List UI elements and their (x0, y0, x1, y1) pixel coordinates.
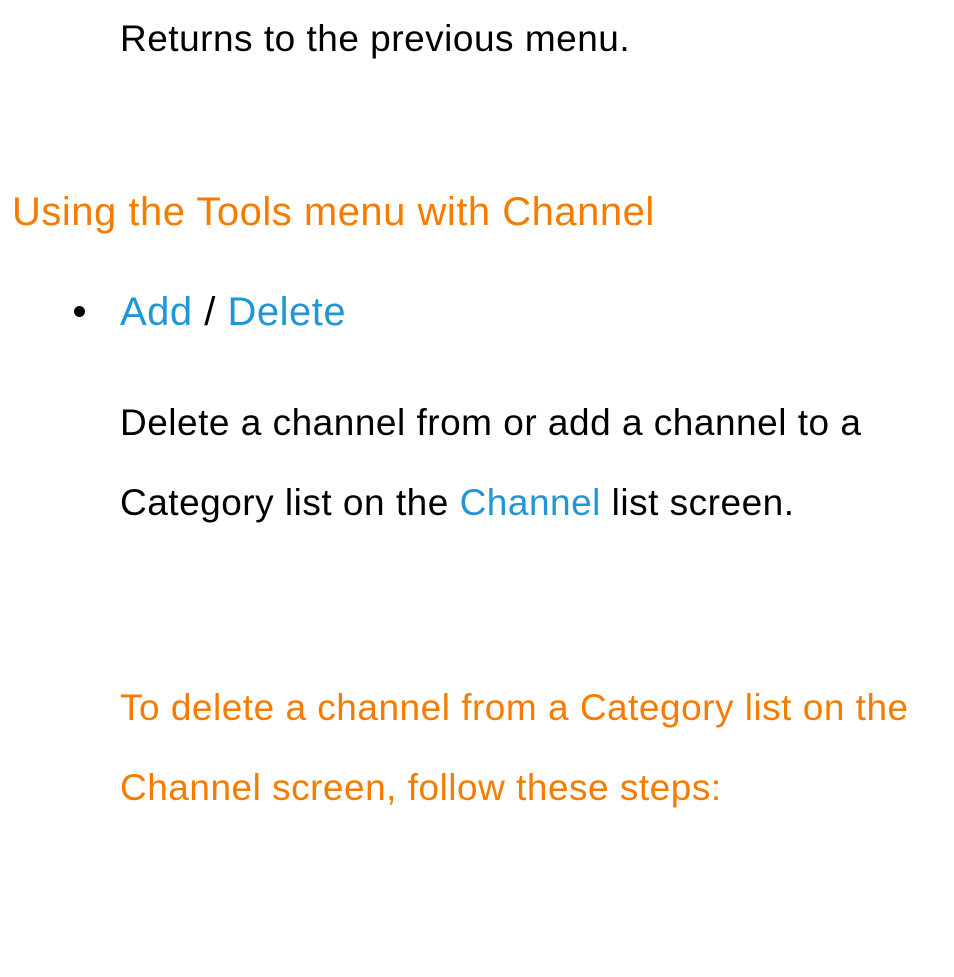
delete-link[interactable]: Delete (228, 290, 347, 334)
item-description: Delete a channel from or add a channel t… (120, 383, 924, 542)
item-title: Add / Delete (120, 290, 924, 335)
list-item-add-delete: Add / Delete Delete a channel from or ad… (72, 290, 924, 827)
add-link[interactable]: Add (120, 290, 193, 334)
channel-link[interactable]: Channel (460, 482, 601, 523)
list-container: Add / Delete Delete a channel from or ad… (72, 290, 924, 827)
delete-instruction: To delete a channel from a Category list… (120, 668, 924, 827)
section-heading: Using the Tools menu with Channel (12, 190, 924, 235)
bullet-icon (74, 306, 85, 317)
description-after: list screen. (601, 482, 795, 523)
return-previous-text: Returns to the previous menu. (120, 18, 924, 60)
title-separator: / (193, 290, 228, 334)
